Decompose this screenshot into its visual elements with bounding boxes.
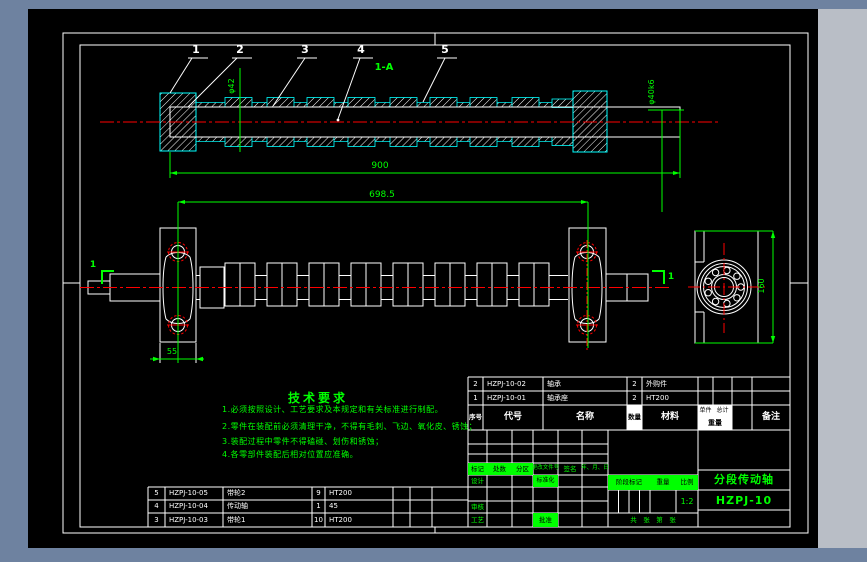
parts-header-unit: 单件 [699, 407, 712, 414]
tech-requirement-line: 1.必须按照设计、工艺要求及本规定和有关标准进行制配。 [222, 405, 444, 414]
part-row-code: HZPJ-10-05 [169, 489, 208, 497]
part-row-qty: 2 [632, 393, 637, 402]
part-row-name: 带轮2 [227, 489, 246, 497]
parts-header-name: 名称 [575, 412, 594, 422]
callout-1: 1 [192, 43, 200, 56]
dimension-lines [101, 68, 776, 363]
tech-requirement-line: 2.零件在装配前必须清理干净，不得有毛刺、飞边、氧化皮、锈蚀； [222, 422, 478, 431]
parts-header-material: 材料 [660, 412, 679, 422]
part-row-material: HT200 [646, 393, 669, 402]
callout-3: 3 [301, 43, 309, 56]
dim-base-width: 55 [166, 347, 178, 356]
part-row-seq: 4 [154, 502, 159, 510]
dim-bearing-span: 698.5 [369, 190, 395, 200]
cut-marker-left: 1 [89, 260, 97, 270]
callout-4: 4 [357, 43, 365, 56]
part-row-code: HZPJ-10-04 [169, 502, 208, 510]
part-row-qty: 2 [632, 379, 637, 388]
right-panel [818, 9, 867, 548]
revision-header-signature: 签名 [563, 464, 577, 473]
part-row-seq: 3 [154, 515, 159, 524]
revision-header-zone: 分区 [516, 464, 529, 473]
role-design: 设计 [471, 476, 484, 485]
part-row-seq: 5 [154, 489, 159, 497]
part-row-qty: 10 [314, 515, 323, 524]
part-row-code: HZPJ-10-02 [487, 379, 526, 388]
dim-housing-height: 160 [757, 278, 766, 294]
part-row-code: HZPJ-10-01 [487, 393, 526, 402]
revision-header-count: 处数 [493, 464, 506, 473]
part-row-code: HZPJ-10-03 [169, 515, 208, 524]
parts-header-remark: 备注 [761, 412, 780, 422]
weight-label: 重量 [656, 478, 670, 487]
part-row-name: 带轮1 [227, 515, 246, 524]
dim-bore: φ42 [227, 78, 236, 94]
tech-requirement-line: 4.各零部件装配后相对位置应准确。 [222, 450, 359, 459]
revision-header-mark: 标记 [471, 464, 484, 473]
cad-drawing-viewer: 1 2 3 4 5 1-A 1 1 900 698.5 55 φ42 φ40k6… [0, 0, 867, 562]
stage-mark-label: 阶段标记 [616, 478, 642, 487]
part-row-name: 轴承座 [547, 393, 568, 402]
drawing-number: HZPJ-10 [715, 493, 773, 507]
bottom-bar [0, 548, 867, 562]
sheet-count: 共 张 第 张 [630, 515, 676, 524]
revision-header-docno: 更改文件号 [531, 465, 560, 472]
part-row-material: 外购件 [646, 379, 667, 388]
callout-2: 2 [236, 43, 244, 56]
part-row-seq: 2 [473, 379, 478, 388]
part-row-material: HT200 [329, 515, 352, 524]
part-row-qty: 1 [316, 502, 321, 510]
part-row-name: 传动轴 [227, 502, 248, 510]
role-standardization: 标准化 [536, 477, 555, 484]
part-row-name: 轴承 [547, 379, 561, 388]
tech-requirement-line: 3.装配过程中零件不得磕碰、划伤和锈蚀； [222, 437, 384, 446]
dim-total-length: 900 [371, 161, 389, 171]
scale-label: 比例 [680, 478, 694, 487]
drawing-title: 分段传动轴 [714, 472, 774, 486]
scale-value: 1:2 [680, 496, 694, 506]
titlebar [0, 0, 867, 9]
part-row-qty: 9 [316, 489, 321, 497]
part-row-material: HT200 [329, 489, 352, 497]
parts-header-qty: 数量 [628, 413, 641, 422]
centerlines [80, 121, 766, 352]
parts-header-weight: 重量 [708, 419, 722, 427]
part-row-material: 45 [329, 502, 338, 510]
part-row-seq: 1 [473, 393, 478, 402]
callout-5: 5 [441, 43, 449, 56]
parts-header-seq: 序号 [469, 413, 482, 422]
parts-header-total: 总计 [716, 407, 729, 414]
left-margin [0, 9, 28, 548]
dim-journal: φ40k6 [647, 79, 656, 105]
section-view-label: 1-A [374, 62, 394, 73]
front-view [87, 227, 649, 363]
revision-header-date: 年、月、日 [581, 465, 609, 472]
role-review: 审核 [471, 502, 484, 511]
cut-marker-right: 1 [667, 272, 675, 282]
role-approve: 批准 [539, 515, 552, 524]
role-process: 工艺 [471, 515, 484, 524]
tech-requirements-title: 技术要求 [288, 391, 349, 405]
parts-header-code: 代号 [503, 412, 522, 422]
